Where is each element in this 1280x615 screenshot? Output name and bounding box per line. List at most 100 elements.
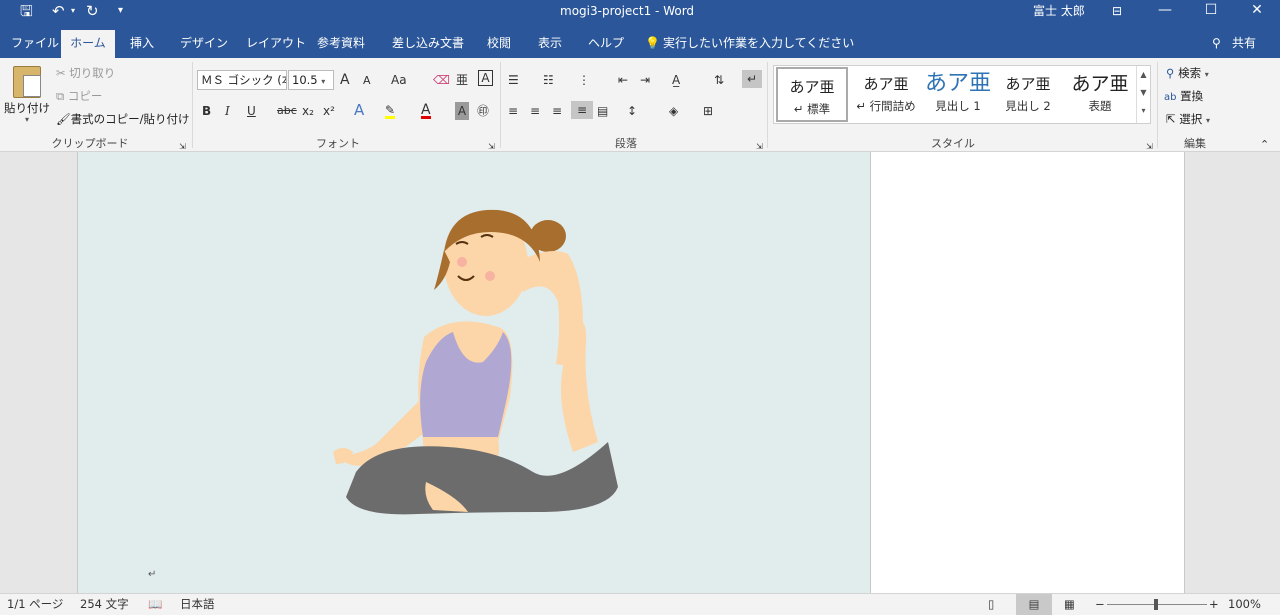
minimize-button[interactable]: —	[1142, 0, 1188, 30]
styles-group-label: スタイル	[931, 137, 975, 150]
customize-qat-icon[interactable]: ▾	[118, 0, 123, 30]
tab-mailings[interactable]: 差し込み文書	[392, 30, 464, 58]
select-button[interactable]: ⇱ 選択 ▾	[1166, 111, 1210, 127]
cut-label: 切り取り	[69, 66, 116, 80]
underline-button[interactable]: U	[247, 102, 256, 120]
gallery-more-icon[interactable]: ▾	[1137, 102, 1150, 120]
paste-button[interactable]: 貼り付け ▾	[4, 64, 50, 126]
proofing-icon[interactable]: 📖	[148, 594, 162, 615]
gallery-scroll[interactable]: ▲ ▼ ▾	[1136, 66, 1150, 123]
scroll-up-icon[interactable]: ▲	[1137, 66, 1150, 84]
style-gallery: あア亜 ↵ 標準 あア亜 ↵ 行間詰め あア亜 見出し 1 あア亜 見出し 2 …	[773, 65, 1151, 124]
style-no-spacing[interactable]: あア亜 ↵ 行間詰め	[850, 66, 922, 123]
font-group-label: フォント	[316, 137, 360, 150]
sort-icon[interactable]: ⇅	[714, 71, 724, 89]
undo-icon[interactable]: ↶	[52, 0, 65, 30]
format-painter-button[interactable]: 🖌書式のコピー/貼り付け	[56, 111, 189, 127]
bullets-icon[interactable]: ☰	[508, 71, 519, 89]
superscript-button[interactable]: x²	[323, 102, 335, 120]
side-page[interactable]	[871, 152, 1185, 593]
font-color-icon[interactable]: A	[421, 101, 431, 119]
redo-icon[interactable]: ↻	[86, 0, 99, 30]
tab-design[interactable]: デザイン	[180, 30, 228, 58]
clipboard-icon	[13, 66, 41, 98]
replace-label: 置換	[1180, 89, 1204, 103]
word-count[interactable]: 254 文字	[80, 594, 129, 615]
tab-layout[interactable]: レイアウト	[246, 30, 306, 58]
tab-file[interactable]: ファイル	[11, 30, 59, 58]
style-normal[interactable]: あア亜 ↵ 標準	[776, 67, 848, 122]
search-icon: ⚲	[1166, 66, 1175, 80]
zoom-level[interactable]: 100%	[1228, 594, 1261, 615]
read-mode-icon[interactable]: ▯	[988, 594, 994, 615]
character-border-icon[interactable]: A	[478, 70, 493, 86]
bold-button[interactable]: B	[202, 102, 211, 120]
decrease-indent-icon[interactable]: ⇤	[618, 71, 628, 89]
show-marks-icon[interactable]: ↵	[742, 70, 762, 88]
text-effects-icon[interactable]: A	[354, 101, 364, 119]
style-heading-2[interactable]: あア亜 見出し 2	[992, 66, 1064, 123]
highlight-color-icon[interactable]: ✎	[385, 101, 396, 119]
print-layout-icon[interactable]: ▤	[1016, 594, 1052, 615]
web-layout-icon[interactable]: ▦	[1064, 594, 1075, 615]
zoom-in-button[interactable]: +	[1209, 594, 1219, 615]
italic-button[interactable]: I	[225, 102, 230, 120]
paragraph-group-label: 段落	[615, 137, 637, 150]
share-icon[interactable]: ⚲	[1212, 30, 1221, 58]
scroll-down-icon[interactable]: ▼	[1137, 84, 1150, 102]
multilevel-list-icon[interactable]: ⋮	[578, 71, 590, 89]
style-preview: あア亜	[1071, 73, 1129, 95]
copy-button[interactable]: ⧉ コピー	[56, 88, 102, 104]
find-button[interactable]: ⚲ 検索 ▾	[1166, 65, 1209, 81]
borders-icon[interactable]: ⊞	[703, 102, 713, 120]
user-name[interactable]: 富士 太郎	[1033, 0, 1085, 30]
replace-button[interactable]: ab 置換	[1164, 88, 1203, 104]
zoom-out-button[interactable]: −	[1095, 594, 1105, 615]
cursor-icon: ⇱	[1166, 112, 1176, 126]
numbering-icon[interactable]: ☷	[543, 71, 554, 89]
grow-font-button[interactable]: A	[340, 71, 350, 89]
tab-review[interactable]: 校閲	[487, 30, 511, 58]
align-left-icon[interactable]: ≡	[508, 102, 518, 120]
document-page[interactable]: ↵	[77, 152, 871, 593]
increase-indent-icon[interactable]: ⇥	[640, 71, 650, 89]
distributed-icon[interactable]: ▤	[597, 102, 608, 120]
subscript-button[interactable]: x₂	[302, 102, 314, 120]
font-name-combo[interactable]: ＭＳ ゴシック (本	[197, 70, 287, 90]
title-bar: 🖫 ↶ ▾ ↻ ▾ mogi3-project1 - Word 富士 太郎 ⊟ …	[0, 0, 1280, 30]
language-indicator[interactable]: 日本語	[180, 594, 215, 615]
share-button[interactable]: 共有	[1232, 30, 1256, 58]
font-size-value: 10.5	[292, 73, 318, 87]
shading-icon[interactable]: ◈	[669, 102, 678, 120]
cut-button[interactable]: ✂ 切り取り	[56, 65, 115, 81]
replace-icon: ab	[1164, 92, 1177, 103]
align-right-icon[interactable]: ≡	[552, 102, 562, 120]
phonetic-guide-icon[interactable]: 亜	[456, 71, 468, 89]
maximize-button[interactable]: ☐	[1188, 0, 1234, 30]
tab-references[interactable]: 参考資料	[317, 30, 365, 58]
style-title[interactable]: あア亜 表題	[1064, 66, 1136, 123]
clear-formatting-icon[interactable]: ⌫	[433, 71, 450, 89]
undo-dropdown-icon[interactable]: ▾	[71, 0, 75, 30]
tell-me-box[interactable]: 実行したい作業を入力してください	[663, 30, 854, 58]
zoom-slider-thumb[interactable]	[1154, 599, 1158, 610]
style-heading-1[interactable]: あア亜 見出し 1	[922, 66, 994, 123]
tab-view[interactable]: 表示	[538, 30, 562, 58]
close-button[interactable]: ✕	[1234, 0, 1280, 30]
line-spacing-icon[interactable]: ↕	[627, 102, 637, 120]
align-center-icon[interactable]: ≡	[530, 102, 540, 120]
character-shading-icon[interactable]: A	[455, 102, 469, 120]
tab-insert[interactable]: 挿入	[130, 30, 154, 58]
enclose-characters-icon[interactable]: ㊞	[477, 102, 489, 120]
ribbon-display-options-icon[interactable]: ⊟	[1112, 0, 1122, 30]
tab-help[interactable]: ヘルプ	[588, 30, 624, 58]
font-size-combo[interactable]: 10.5 ▾	[288, 70, 334, 90]
asian-layout-icon[interactable]: A̲	[672, 71, 680, 89]
strikethrough-button[interactable]: abc	[277, 102, 297, 120]
shrink-font-button[interactable]: A	[363, 72, 371, 90]
save-icon[interactable]: 🖫	[20, 0, 33, 30]
justify-icon[interactable]: ≡	[571, 101, 593, 119]
change-case-button[interactable]: Aa	[391, 71, 407, 89]
page-count[interactable]: 1/1 ページ	[7, 594, 63, 615]
tab-home[interactable]: ホーム	[61, 30, 115, 58]
